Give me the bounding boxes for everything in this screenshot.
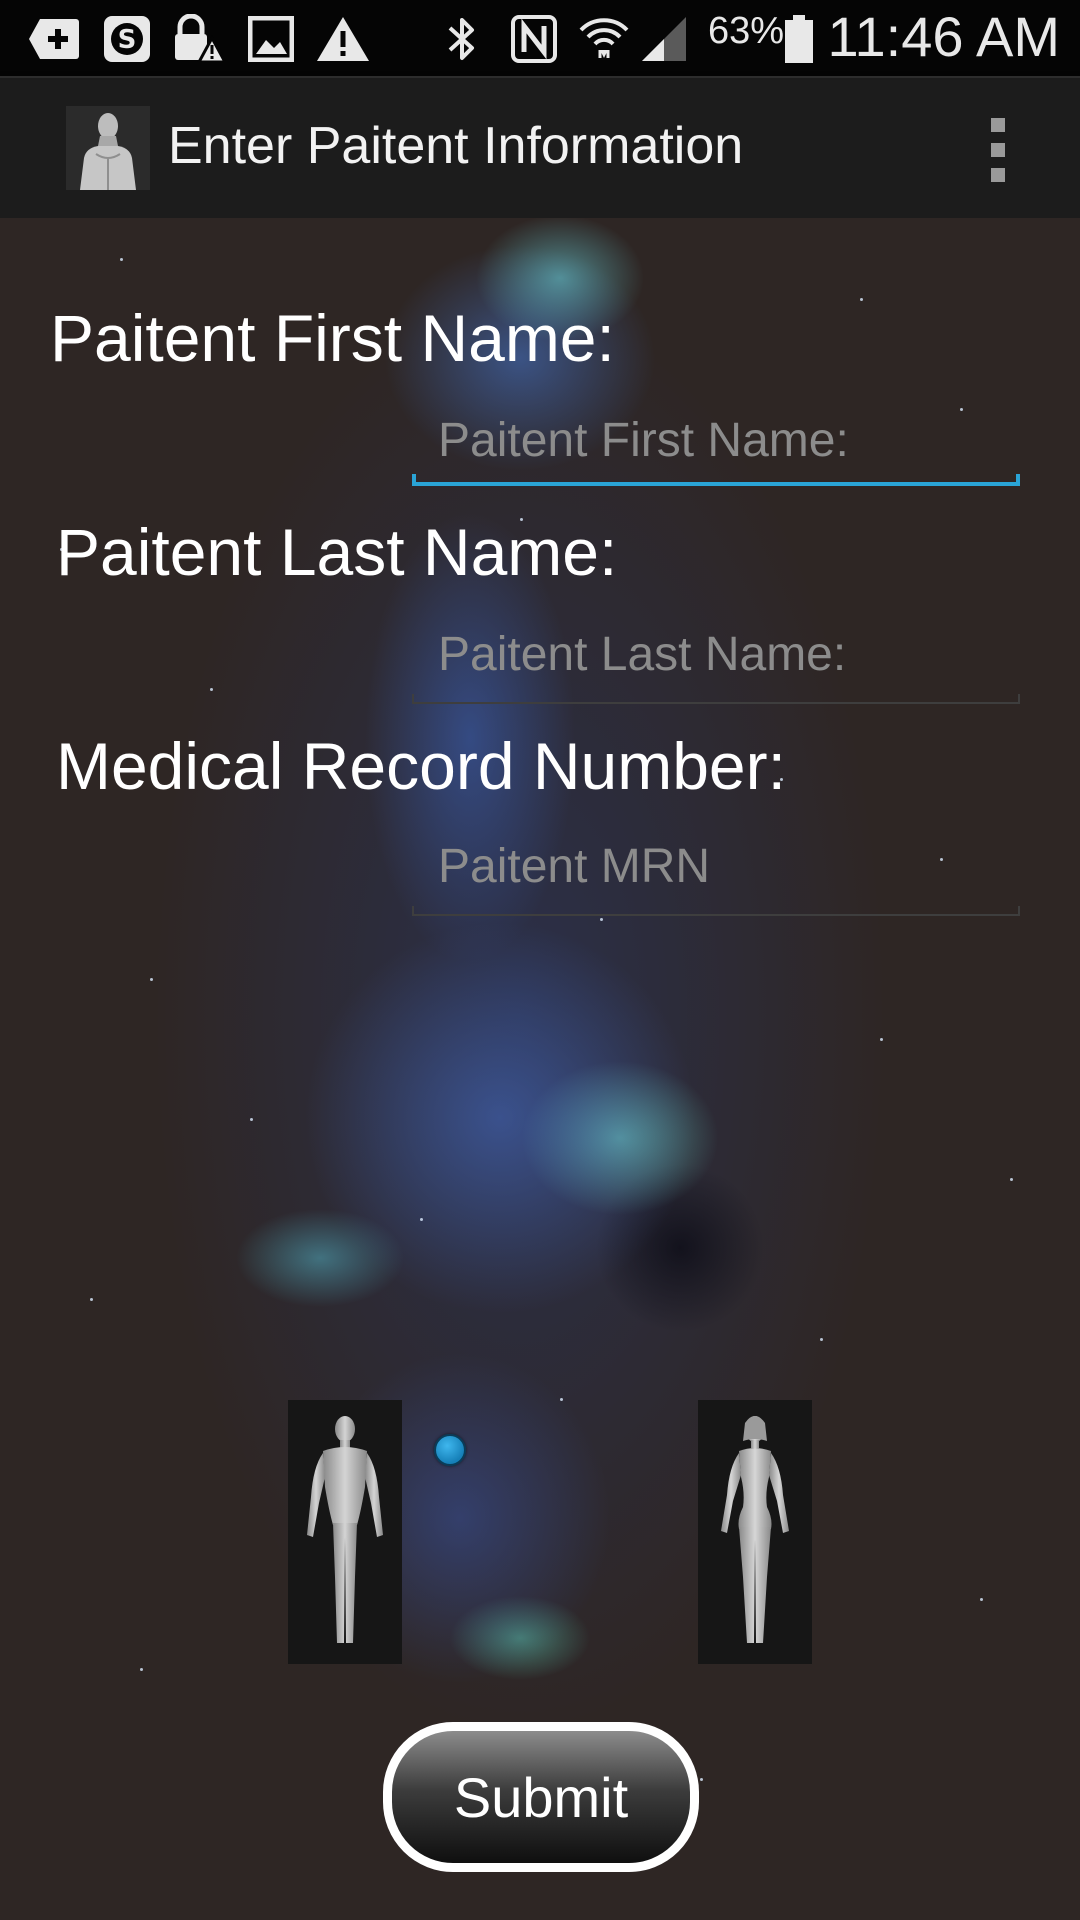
mrn-label: Medical Record Number: [56, 729, 786, 803]
mrn-underline [412, 906, 1020, 916]
last-name-underline [412, 694, 1020, 704]
submit-button[interactable]: Submit [383, 1722, 699, 1872]
nfc-icon [510, 14, 558, 64]
image-icon [248, 14, 294, 64]
first-name-input[interactable] [412, 402, 1020, 484]
add-box-icon [28, 14, 80, 64]
clock: 11:46 AM [827, 5, 1060, 68]
overflow-menu-icon[interactable] [980, 118, 1016, 182]
bluetooth-icon [442, 14, 482, 64]
cellular-signal-icon [640, 14, 690, 64]
form-content: Paitent First Name: Paitent Last Name: M… [0, 218, 1080, 1920]
male-body-icon[interactable] [66, 106, 150, 190]
skype-icon: S [102, 14, 152, 64]
svg-text:S: S [118, 25, 137, 55]
male-body-figure[interactable] [288, 1400, 402, 1664]
first-name-underline [412, 474, 1020, 486]
action-bar: Enter Paitent Information [0, 76, 1080, 218]
last-name-input[interactable] [412, 616, 1020, 698]
last-name-label: Paitent Last Name: [56, 515, 618, 589]
warning-icon [316, 14, 370, 64]
wifi-icon [578, 14, 630, 64]
mrn-input[interactable] [412, 828, 1020, 910]
status-bar: S 63% 11:46 AM [0, 0, 1080, 76]
lock-warning-icon [172, 14, 226, 64]
gender-radio-selected[interactable] [434, 1434, 466, 1466]
first-name-label: Paitent First Name: [50, 301, 615, 375]
battery-icon [784, 14, 814, 64]
page-title: Enter Paitent Information [168, 117, 744, 175]
battery-percent: 63% [708, 10, 785, 52]
female-body-figure[interactable] [698, 1400, 812, 1664]
